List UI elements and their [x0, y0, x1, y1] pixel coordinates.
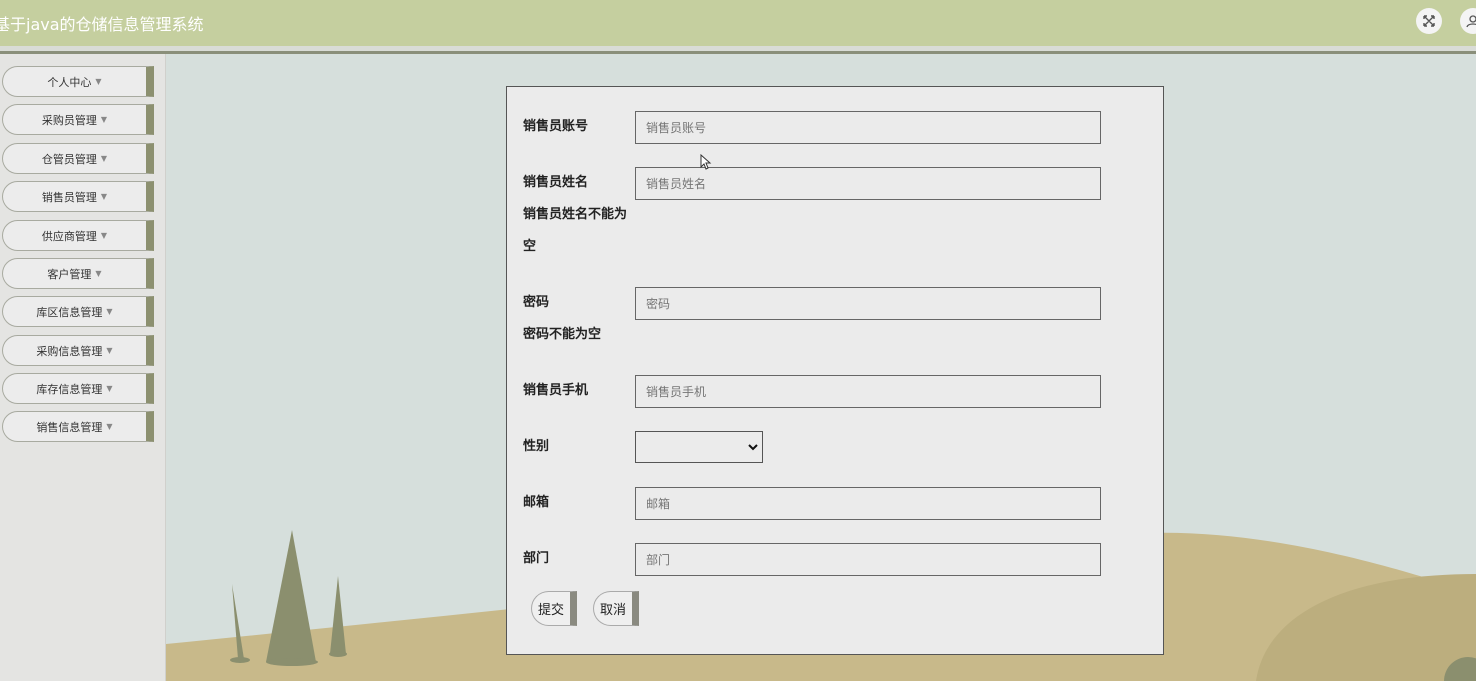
- caret-down-icon: ▼: [95, 77, 102, 86]
- sidebar: 个人中心 ▼ 采购员管理 ▼ 仓管员管理 ▼ 销售员管理 ▼ 供应商管理 ▼ 客户管理 ▼ …: [0, 54, 166, 681]
- sidebar-item-inventory-info[interactable]: 库存信息管理 ▼: [2, 373, 154, 404]
- caret-down-icon: ▼: [106, 346, 113, 355]
- sidebar-item-label: 客户管理: [47, 267, 92, 281]
- chevron-down-icon: [748, 444, 758, 451]
- sidebar-item-salesperson[interactable]: 销售员管理 ▼: [2, 181, 154, 212]
- fullscreen-icon[interactable]: [1416, 8, 1442, 34]
- sidebar-item-personal-center[interactable]: 个人中心 ▼: [2, 66, 154, 97]
- phone-input[interactable]: [635, 375, 1101, 408]
- caret-down-icon: ▼: [95, 269, 102, 278]
- department-input[interactable]: [635, 543, 1101, 576]
- phone-label: 销售员手机: [523, 383, 589, 398]
- sidebar-item-label: 销售信息管理: [36, 420, 103, 434]
- sidebar-item-label: 采购信息管理: [36, 344, 103, 358]
- caret-down-icon: ▼: [106, 422, 113, 431]
- caret-down-icon: ▼: [100, 231, 108, 240]
- salesperson-form: 销售员账号 销售员姓名 销售员姓名不能为 空 密码 密码不能为空 销售员手机 性…: [506, 86, 1164, 655]
- sidebar-item-label: 库区信息管理: [36, 305, 103, 319]
- name-error-continued: 空: [523, 239, 537, 254]
- sidebar-item-label: 供应商管理: [41, 229, 97, 243]
- user-icon[interactable]: [1460, 8, 1476, 34]
- caret-down-icon: ▼: [106, 384, 113, 393]
- caret-down-icon: ▼: [100, 192, 108, 201]
- sidebar-item-label: 个人中心: [47, 75, 92, 89]
- sidebar-item-customer[interactable]: 客户管理 ▼: [2, 258, 154, 289]
- submit-button[interactable]: 提交: [531, 591, 577, 626]
- department-label: 部门: [523, 551, 550, 566]
- sidebar-item-warehouse-keeper[interactable]: 仓管员管理 ▼: [2, 143, 154, 174]
- sidebar-item-label: 仓管员管理: [41, 152, 97, 166]
- cancel-button[interactable]: 取消: [593, 591, 639, 626]
- caret-down-icon: ▼: [100, 115, 108, 124]
- name-label: 销售员姓名: [523, 175, 589, 190]
- email-label: 邮箱: [523, 495, 550, 510]
- sidebar-item-label: 库存信息管理: [36, 382, 103, 396]
- sidebar-item-label: 采购员管理: [41, 113, 97, 127]
- top-bar: 基于java的仓储信息管理系统: [0, 0, 1476, 46]
- name-error: 销售员姓名不能为: [523, 207, 628, 222]
- caret-down-icon: ▼: [100, 154, 108, 163]
- account-input[interactable]: [635, 111, 1101, 144]
- gender-label: 性别: [523, 439, 550, 454]
- caret-down-icon: ▼: [106, 307, 113, 316]
- name-input[interactable]: [635, 167, 1101, 200]
- sidebar-item-sales-info[interactable]: 销售信息管理 ▼: [2, 411, 154, 442]
- mouse-cursor-icon: [700, 154, 712, 170]
- header-divider: [0, 46, 1476, 54]
- sidebar-item-supplier[interactable]: 供应商管理 ▼: [2, 220, 154, 251]
- sidebar-item-storage-area[interactable]: 库区信息管理 ▼: [2, 296, 154, 327]
- password-error: 密码不能为空: [523, 327, 602, 342]
- password-input[interactable]: [635, 287, 1101, 320]
- sidebar-item-label: 销售员管理: [41, 190, 97, 204]
- sidebar-item-purchase-info[interactable]: 采购信息管理 ▼: [2, 335, 154, 366]
- sidebar-item-purchaser[interactable]: 采购员管理 ▼: [2, 104, 154, 135]
- password-label: 密码: [523, 295, 550, 310]
- email-input[interactable]: [635, 487, 1101, 520]
- account-label: 销售员账号: [523, 119, 589, 134]
- gender-select[interactable]: [635, 431, 763, 463]
- app-title: 基于java的仓储信息管理系统: [0, 15, 204, 34]
